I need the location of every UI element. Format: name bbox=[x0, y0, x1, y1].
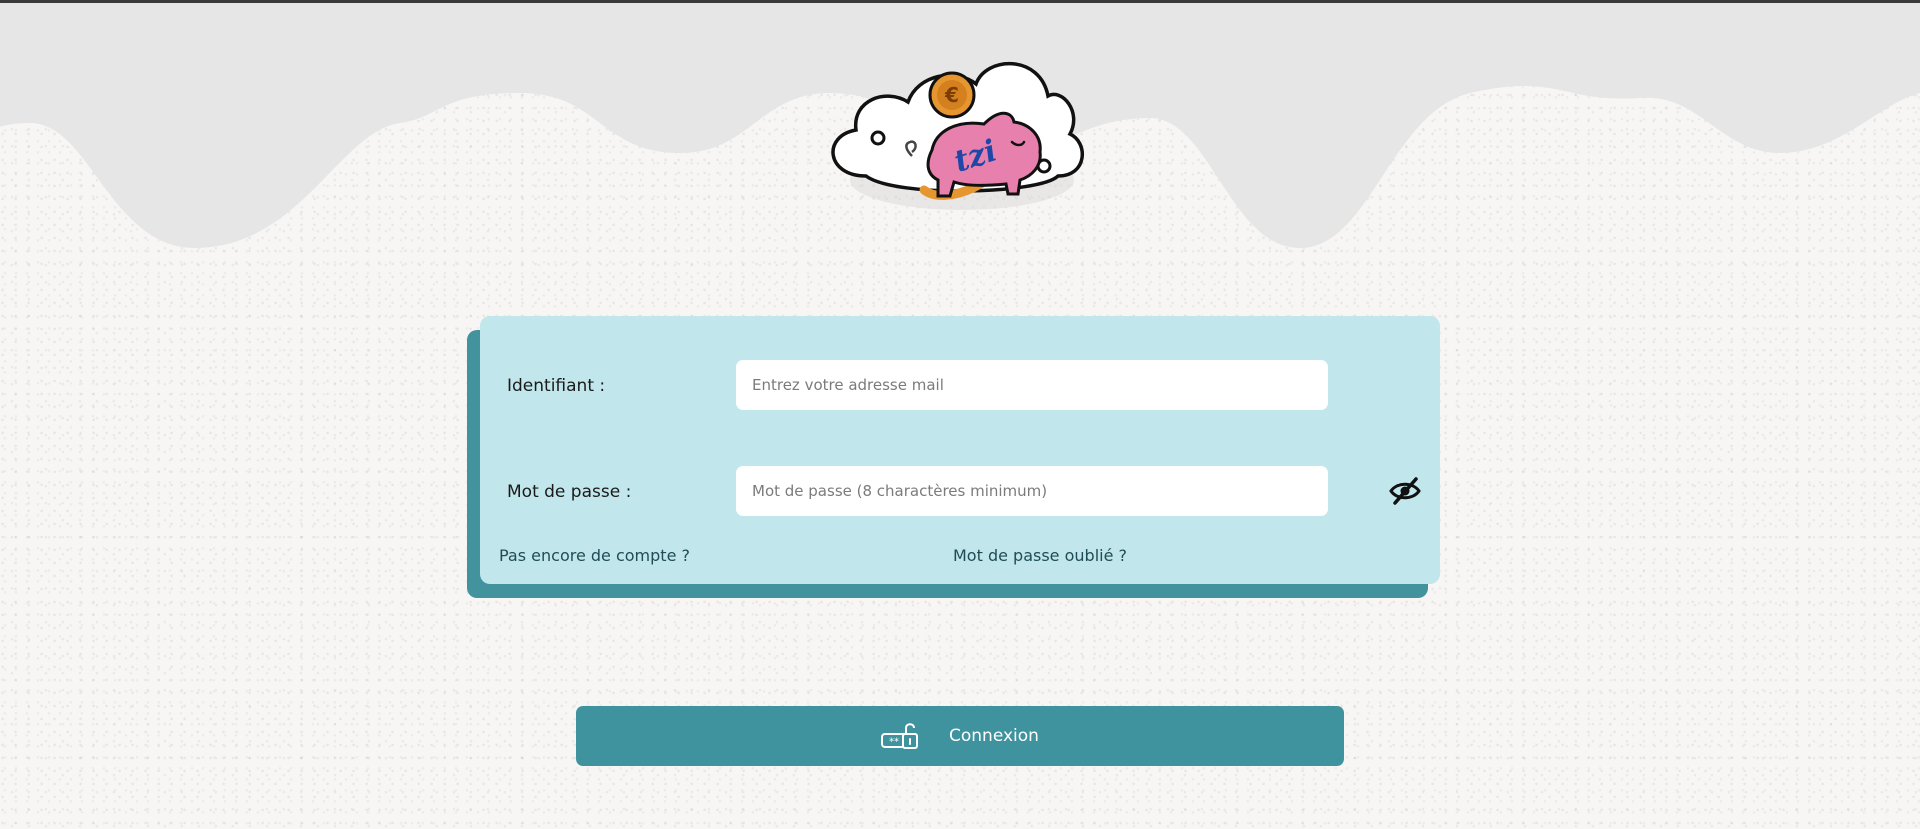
login-card: Identifiant : Mot de passe : Pas encore … bbox=[480, 316, 1440, 584]
signup-link[interactable]: Pas encore de compte ? bbox=[499, 546, 690, 565]
piggy-bank-logo: € tzi bbox=[831, 62, 1084, 210]
identifier-input[interactable] bbox=[736, 360, 1328, 410]
eye-slash-icon[interactable] bbox=[1388, 474, 1422, 508]
password-unlock-icon: ** bbox=[881, 723, 919, 749]
coin-euro-symbol: € bbox=[944, 83, 959, 107]
svg-text:**: ** bbox=[889, 737, 899, 748]
identifier-label: Identifiant : bbox=[507, 376, 606, 396]
password-input[interactable] bbox=[736, 466, 1328, 516]
connect-button[interactable]: ** Connexion bbox=[576, 706, 1344, 766]
connect-button-label: Connexion bbox=[949, 726, 1039, 746]
forgot-password-link[interactable]: Mot de passe oublié ? bbox=[953, 546, 1127, 565]
password-label: Mot de passe : bbox=[507, 482, 632, 502]
